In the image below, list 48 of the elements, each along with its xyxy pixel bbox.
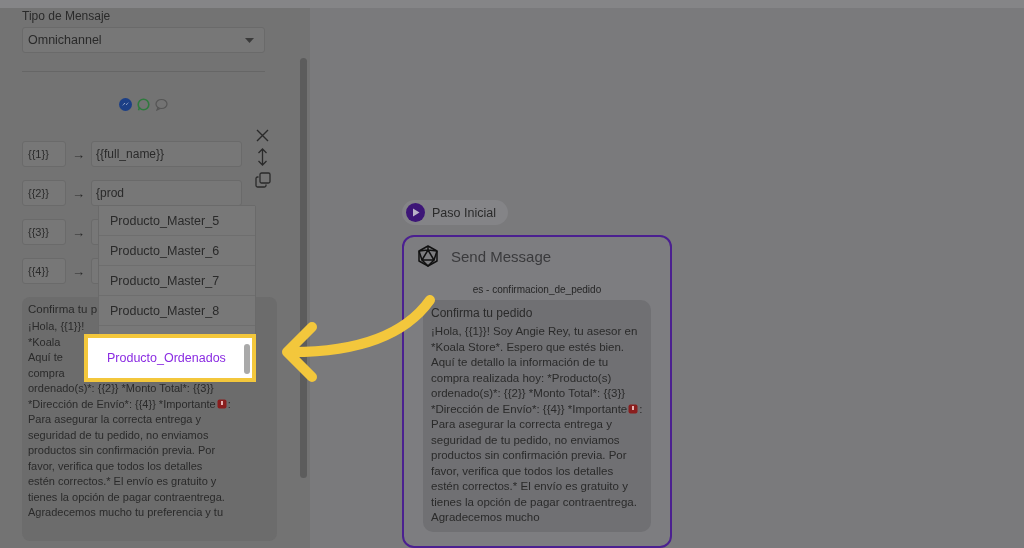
- message-body: ¡Hola, {{1}}! Soy Angie Rey, tu asesor en *Koala Store*. Espero que estés bien. Aquí te detallo la información de tu compra realizada hoy: *Producto(s) ordenado(s)*: {{2}} *Monto Total*: {{3}} *Dirección de Envío*: {{4}} *Importante : Para asegurar la correcta entrega y seguridad de tu pedido, no enviamos productos sin confirmación previa. Por favor, verifica que todos los detalles estén correctos.* El envío es gratuito y tienes la opción de pagar contraentrega. Agradecemos mucho: [431, 324, 643, 525]
- message-title: Confirma tu pedido: [431, 306, 533, 320]
- copy-icon[interactable]: [254, 172, 271, 188]
- chat-icon: [155, 98, 168, 111]
- preview-text-line: favor, verifica que todos los detalles: [28, 458, 203, 474]
- value-field[interactable]: {prod: [91, 180, 242, 206]
- dropdown-scrollbar-thumb[interactable]: [244, 344, 250, 374]
- preview-text-line: seguridad de tu pedido, no enviamos: [28, 427, 209, 443]
- variable-key: {{3}}: [22, 219, 66, 245]
- preview-text-line: ¡Hola, {{1}}!: [28, 319, 85, 334]
- variable-key: {{4}}: [22, 258, 66, 284]
- suggestion-option[interactable]: Producto_Ordenados: [84, 334, 256, 382]
- preview-text-line: compra: [28, 365, 65, 381]
- arrow-text: →: [71, 146, 86, 162]
- preview-text-line: estén correctos.* El envío es gratuito y: [28, 474, 217, 489]
- alert-icon: [216, 399, 227, 410]
- preview-text-line: Aquí te: [28, 350, 63, 365]
- node-title: Send Message: [451, 247, 552, 265]
- vertical-arrows-icon[interactable]: [257, 148, 269, 166]
- play-icon: [406, 203, 425, 222]
- caret-icon: [245, 37, 254, 43]
- scrollbar-thumb[interactable]: [300, 58, 307, 478]
- arrow-text: →: [71, 224, 86, 240]
- suggestion-option[interactable]: Producto_Master_5: [99, 206, 255, 236]
- variable-key: {{2}}: [22, 180, 66, 206]
- preview-text-line: :: [227, 396, 231, 412]
- preview-text-line: tienes la opción de pagar contraentrega.: [28, 489, 225, 505]
- template-name: es - confirmacion_de_pedido: [472, 284, 602, 295]
- whatsapp-icon: [137, 98, 150, 111]
- message-type-select[interactable]: Omnichannel: [22, 27, 265, 53]
- alert-icon: [628, 403, 639, 414]
- send-message-node[interactable]: [402, 235, 672, 548]
- polyhedron-icon: [417, 245, 439, 267]
- close-icon[interactable]: [256, 129, 270, 142]
- preview-text-line: Para asegurar la correcta entrega y: [28, 412, 202, 427]
- preview-title: Confirma tu p: [28, 303, 98, 315]
- arrow-text: →: [71, 263, 86, 279]
- start-step-pill[interactable]: Paso Inicial: [402, 200, 508, 225]
- variable-key: {{1}}: [22, 141, 66, 167]
- field-label: Tipo de Mensaje: [22, 9, 112, 23]
- preview-text-line: productos sin confirmación previa. Por: [28, 443, 216, 458]
- preview-text-line: ordenado(s)*: {{2}} *Monto Total*: {{3}}: [28, 381, 214, 396]
- preview-text-line: *Dirección de Envío*: {{4}} *Importante: [28, 396, 216, 412]
- preview-text-line: *Koala: [28, 334, 61, 350]
- arrow-text: →: [71, 185, 86, 201]
- value-field[interactable]: {{full_name}}: [91, 141, 242, 167]
- messenger-icon: [119, 98, 132, 111]
- preview-text-line: Agradecemos mucho tu preferencia y tu: [28, 505, 224, 520]
